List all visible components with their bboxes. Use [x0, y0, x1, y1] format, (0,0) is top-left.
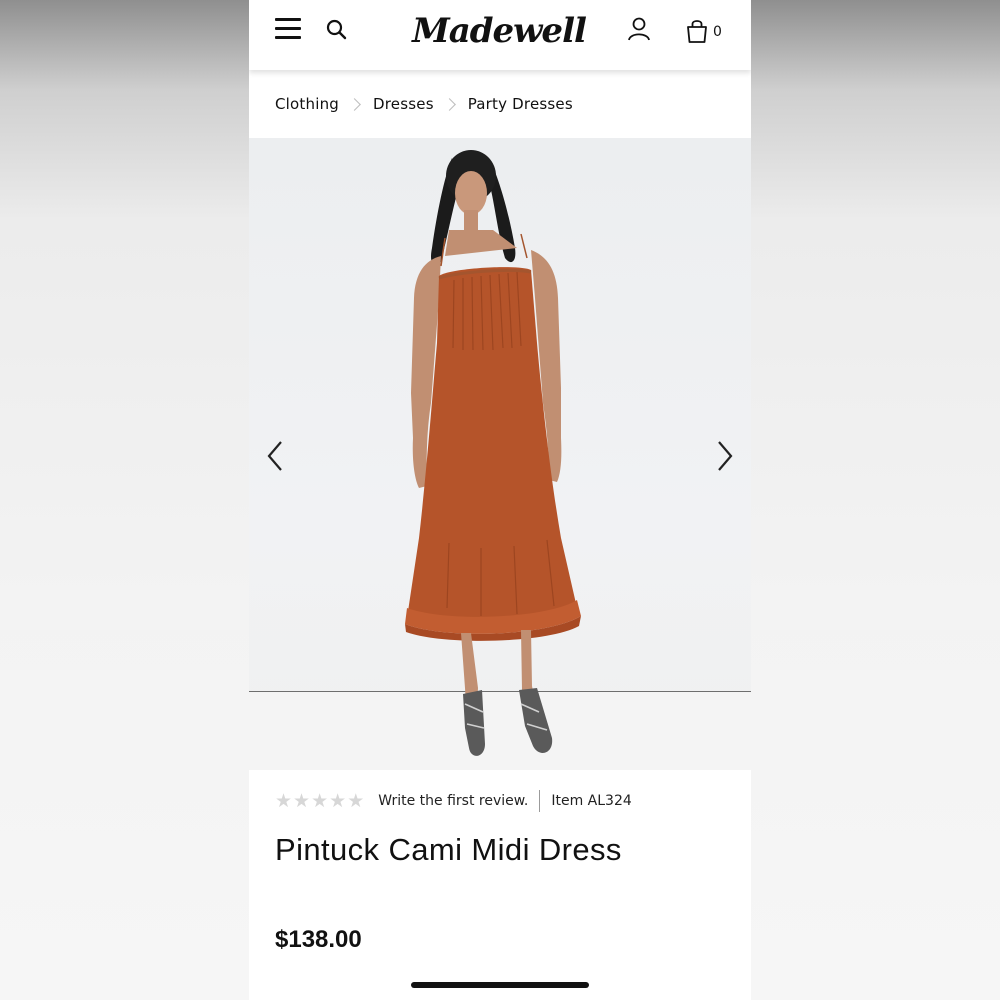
- item-number: Item AL324: [551, 793, 632, 809]
- product-image-carousel[interactable]: [249, 138, 751, 770]
- breadcrumb-item-dresses[interactable]: Dresses: [373, 95, 434, 113]
- product-title: Pintuck Cami Midi Dress: [275, 832, 622, 867]
- home-indicator[interactable]: [411, 982, 589, 988]
- bag-count: 0: [713, 24, 722, 40]
- product-photo: [405, 150, 581, 756]
- breadcrumb-item-clothing[interactable]: Clothing: [275, 95, 339, 113]
- chevron-left-icon[interactable]: [259, 438, 291, 474]
- star-icon: ★: [347, 789, 365, 812]
- star-icon: ★: [293, 789, 311, 812]
- blurred-background-right: [751, 0, 1000, 1000]
- divider: [539, 790, 541, 812]
- product-price: $138.00: [275, 926, 362, 953]
- star-icon: ★: [329, 789, 347, 812]
- star-icon: ★: [311, 789, 329, 812]
- blurred-background-left: [0, 0, 249, 1000]
- mobile-page: Madewell 0 Clothing Dresses Party Dresse…: [249, 0, 751, 1000]
- breadcrumb-item-party-dresses[interactable]: Party Dresses: [468, 95, 573, 113]
- brand-logo[interactable]: Madewell: [409, 6, 589, 56]
- breadcrumb: Clothing Dresses Party Dresses: [275, 93, 573, 115]
- site-header: Madewell 0: [249, 0, 751, 70]
- menu-icon[interactable]: [275, 18, 301, 40]
- product-meta: ★ ★ ★ ★ ★ Write the first review. Item A…: [275, 788, 632, 814]
- search-icon[interactable]: [325, 18, 349, 42]
- account-icon[interactable]: [627, 16, 651, 42]
- chevron-right-icon: [348, 97, 361, 111]
- star-icon: ★: [275, 789, 293, 812]
- rating-stars: ★ ★ ★ ★ ★: [275, 789, 365, 812]
- chevron-right-icon[interactable]: [709, 438, 741, 474]
- bag-icon[interactable]: [685, 18, 709, 44]
- write-review-link[interactable]: Write the first review.: [378, 793, 528, 809]
- chevron-right-icon: [442, 97, 456, 111]
